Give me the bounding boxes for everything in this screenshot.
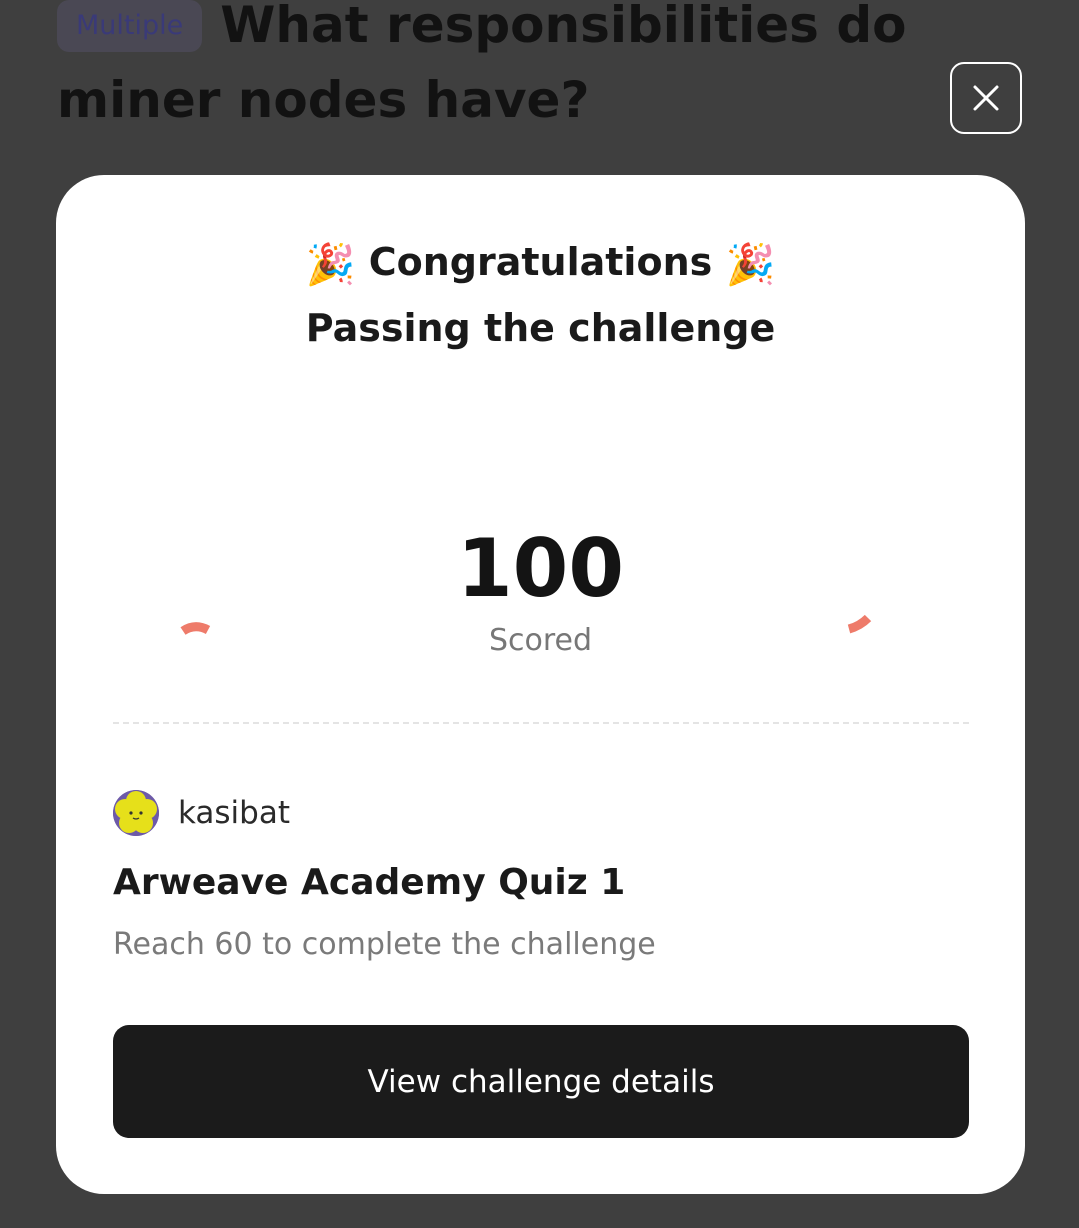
party-popper-icon: 🎉	[305, 242, 356, 288]
divider	[113, 722, 969, 724]
button-label: View challenge details	[367, 1063, 715, 1100]
close-icon	[973, 85, 999, 111]
score-value: 100	[457, 522, 624, 615]
user-row: kasibat	[113, 789, 290, 837]
question-type-badge: Multiple	[57, 0, 203, 52]
close-button[interactable]	[950, 62, 1022, 134]
result-modal: 🎉 Congratulations 🎉 Passing the challeng…	[56, 175, 1025, 1194]
party-popper-icon: 🎉	[725, 242, 776, 288]
avatar	[113, 790, 159, 836]
username: kasibat	[178, 795, 290, 831]
modal-subtitle: Passing the challenge	[305, 306, 776, 350]
score-label: Scored	[488, 623, 593, 658]
view-challenge-details-button[interactable]: View challenge details	[113, 1025, 969, 1138]
quiz-title: Arweave Academy Quiz 1	[113, 862, 626, 903]
pass-requirement: Reach 60 to complete the challenge	[113, 927, 656, 962]
question-header: Multiple What responsibilities do miner n…	[57, 0, 957, 138]
title-text: Congratulations	[368, 240, 713, 284]
modal-title: 🎉 Congratulations 🎉	[56, 237, 1025, 290]
